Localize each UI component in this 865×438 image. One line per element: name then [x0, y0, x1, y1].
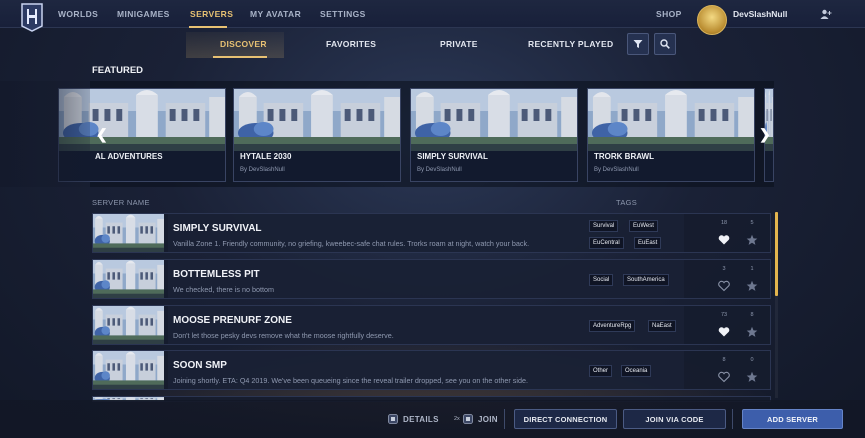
tab-recently-played[interactable]: RECENTLY PLAYED — [528, 39, 613, 49]
join-key-icon — [463, 414, 473, 424]
server-tag: Oceania — [621, 365, 652, 377]
filter-icon — [633, 40, 643, 48]
featured-title: FEATURED — [92, 65, 144, 76]
tab-favorites[interactable]: FAVORITES — [326, 39, 376, 49]
featured-card-image — [234, 89, 400, 151]
server-row[interactable]: MOOSE PRENURF ZONE Don't let those pesky… — [92, 305, 771, 345]
likes-count: 8 — [722, 357, 726, 363]
heart-outline-icon[interactable] — [718, 280, 730, 292]
nav-shop[interactable]: SHOP — [656, 9, 682, 19]
featured-card[interactable]: SIMPLY SURVIVAL By DevSlashNull — [410, 88, 578, 182]
carousel-prev-icon[interactable]: ❮ — [96, 126, 108, 143]
server-name: BOTTEMLESS PIT — [173, 269, 260, 280]
heart-icon[interactable] — [718, 326, 730, 338]
nav-settings[interactable]: SETTINGS — [320, 9, 366, 19]
featured-card-title: HYTALE 2030 — [240, 152, 292, 161]
favorites-count: 0 — [750, 357, 754, 363]
carousel-next-icon[interactable]: ❯ — [759, 126, 771, 143]
star-icon[interactable] — [746, 280, 758, 292]
filter-button[interactable] — [627, 33, 649, 55]
column-server-name: SERVER NAME — [92, 198, 150, 207]
server-thumbnail — [93, 260, 164, 298]
nav-my-avatar[interactable]: MY AVATAR — [250, 9, 301, 19]
star-icon[interactable] — [746, 371, 758, 383]
server-thumbnail — [93, 214, 164, 252]
featured-card[interactable]: TRORK BRAWL By DevSlashNull — [587, 88, 755, 182]
friends-icon[interactable] — [820, 8, 832, 20]
subtab-active-indicator — [213, 56, 267, 58]
server-tag: EuEast — [634, 237, 662, 249]
server-row[interactable]: SOON SMP Joining shortly. ETA: Q4 2019. … — [92, 350, 771, 390]
nav-servers[interactable]: SERVERS — [190, 9, 233, 19]
server-row[interactable]: SIMPLY SURVIVAL Vanilla Zone 1. Friendly… — [92, 213, 771, 253]
featured-card[interactable]: HYTALE 2030 By DevSlashNull — [233, 88, 401, 182]
server-tag: EuCentral — [589, 237, 624, 249]
server-description: Joining shortly. ETA: Q4 2019. We've bee… — [173, 376, 528, 385]
tab-private[interactable]: PRIVATE — [440, 39, 478, 49]
favorites-count: 1 — [750, 266, 754, 272]
bottom-divider — [504, 409, 505, 429]
server-thumbnail — [93, 306, 164, 344]
featured-card-title: SIMPLY SURVIVAL — [417, 152, 488, 161]
featured-card-title: AL ADVENTURES — [95, 152, 163, 161]
server-description: We checked, there is no bottom — [173, 285, 274, 294]
likes-count: 3 — [722, 266, 726, 272]
server-thumbnail — [93, 351, 164, 389]
nav-active-indicator — [189, 26, 227, 28]
favorites-count: 8 — [750, 312, 754, 318]
favorites-count: 5 — [750, 220, 754, 226]
server-description: Don't let those pesky devs remove what t… — [173, 331, 394, 340]
nav-minigames[interactable]: MINIGAMES — [117, 9, 170, 19]
star-icon[interactable] — [746, 234, 758, 246]
username-label[interactable]: DevSlashNull — [733, 9, 787, 19]
nav-worlds[interactable]: WORLDS — [58, 9, 98, 19]
featured-card-image — [411, 89, 577, 151]
featured-card-author: By DevSlashNull — [417, 167, 462, 173]
details-action[interactable]: DETAILS — [403, 415, 439, 424]
search-button[interactable] — [654, 33, 676, 55]
likes-count: 18 — [720, 220, 728, 226]
join-action[interactable]: JOIN — [478, 415, 498, 424]
server-tag: Other — [589, 365, 613, 377]
server-tag: NaEast — [648, 320, 676, 332]
featured-card-title: TRORK BRAWL — [594, 152, 654, 161]
top-navigation: WORLDS MINIGAMES SERVERS MY AVATAR SETTI… — [0, 0, 865, 35]
avatar[interactable] — [697, 5, 727, 35]
server-name: SIMPLY SURVIVAL — [173, 223, 262, 234]
server-name: MOOSE PRENURF ZONE — [173, 315, 292, 326]
tab-discover[interactable]: DISCOVER — [220, 39, 267, 49]
heart-outline-icon[interactable] — [718, 371, 730, 383]
search-icon — [660, 39, 670, 49]
server-name: SOON SMP — [173, 360, 227, 371]
join-hint-label: 2x — [454, 416, 460, 422]
server-tag: Survival — [589, 220, 619, 232]
heart-icon[interactable] — [718, 234, 730, 246]
column-tags: TAGS — [616, 198, 638, 207]
featured-card-author: By DevSlashNull — [594, 167, 639, 173]
server-tag: Social — [589, 274, 614, 286]
direct-connection-button[interactable]: DIRECT CONNECTION — [514, 409, 617, 429]
carousel-fade-left — [0, 81, 90, 187]
add-server-button[interactable]: ADD SERVER — [742, 409, 843, 429]
featured-card-author: By DevSlashNull — [240, 167, 285, 173]
server-tag: EuWest — [629, 220, 658, 232]
server-description: Vanilla Zone 1. Friendly community, no g… — [173, 239, 530, 248]
server-tag: SouthAmerica — [623, 274, 669, 286]
featured-card-image — [588, 89, 754, 151]
star-icon[interactable] — [746, 326, 758, 338]
join-via-code-button[interactable]: JOIN VIA CODE — [623, 409, 726, 429]
bottom-divider — [732, 409, 733, 429]
hytale-logo-icon[interactable] — [20, 2, 44, 32]
details-key-icon — [388, 414, 398, 424]
likes-count: 73 — [720, 312, 728, 318]
server-row[interactable]: BOTTEMLESS PIT We checked, there is no b… — [92, 259, 771, 299]
server-tag: AdventureRpg — [589, 320, 636, 332]
scrollbar-thumb[interactable] — [775, 212, 778, 296]
